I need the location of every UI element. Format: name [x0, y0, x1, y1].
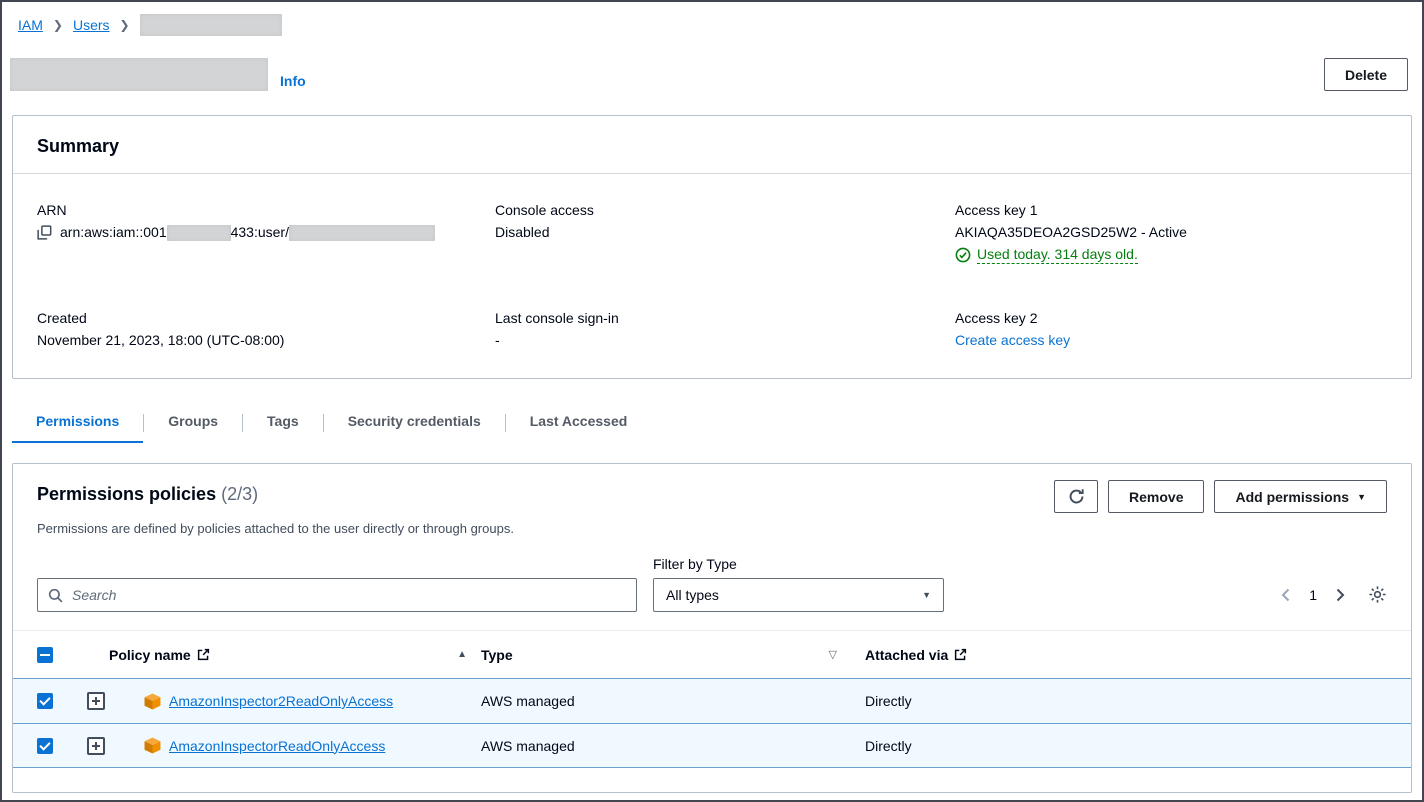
row-checkbox[interactable] — [37, 738, 53, 754]
tab-groups[interactable]: Groups — [144, 403, 242, 443]
sort-ascending-icon[interactable]: ▲ — [457, 649, 467, 660]
chevron-down-icon: ▼ — [1357, 492, 1366, 502]
access-key-1-status: Used today. 314 days old. — [955, 246, 1387, 264]
create-access-key-link[interactable]: Create access key — [955, 332, 1070, 348]
managed-policy-icon — [144, 737, 161, 754]
created-field: Created November 21, 2023, 18:00 (UTC-08… — [37, 310, 495, 348]
expand-row-icon[interactable] — [87, 692, 105, 710]
policies-title: Permissions policies (2/3) — [37, 480, 258, 505]
console-access-field: Console access Disabled — [495, 202, 955, 264]
policy-type-cell: AWS managed — [481, 738, 865, 754]
attached-via-cell: Directly — [865, 738, 1411, 754]
access-key-2-field: Access key 2 Create access key — [955, 310, 1387, 348]
type-column-header: Type — [481, 647, 513, 663]
policies-count: (2/3) — [221, 484, 258, 504]
policies-actions: Remove Add permissions ▼ — [1054, 480, 1387, 513]
breadcrumb-iam-link[interactable]: IAM — [18, 17, 43, 33]
chevron-right-icon: ❯ — [120, 18, 130, 32]
iam-user-detail-page: IAM ❯ Users ❯ Info Delete Summary ARN — [0, 0, 1424, 802]
access-key-1-value: AKIAQA35DEOA2GSD25W2 - Active — [955, 224, 1387, 240]
page-header: Info Delete — [2, 44, 1422, 91]
type-filter-select[interactable]: All types ▼ — [653, 578, 944, 612]
access-key-1-label: Access key 1 — [955, 202, 1387, 218]
next-page-icon[interactable] — [1335, 588, 1346, 602]
expand-row-icon[interactable] — [87, 737, 105, 755]
summary-grid: ARN arn:aws:iam::001433:user/ Console ac… — [13, 174, 1411, 378]
filter-icon[interactable]: ▽ — [829, 648, 837, 661]
chevron-right-icon: ❯ — [53, 18, 63, 32]
access-key-1-field: Access key 1 AKIAQA35DEOA2GSD25W2 - Acti… — [955, 202, 1387, 264]
redacted-account-id — [167, 225, 231, 241]
chevron-down-icon: ▼ — [922, 590, 931, 600]
gear-icon[interactable] — [1368, 585, 1387, 604]
tab-bar: Permissions Groups Tags Security credent… — [12, 403, 1412, 443]
external-link-icon — [197, 648, 210, 661]
policy-name-column-header[interactable]: Policy name — [109, 647, 210, 663]
info-link[interactable]: Info — [280, 73, 306, 89]
arn-value: arn:aws:iam::001433:user/ — [60, 224, 435, 241]
pagination: 1 — [1280, 585, 1387, 612]
select-all-checkbox[interactable] — [37, 647, 53, 663]
policies-filter-row: Filter by Type All types ▼ 1 — [13, 536, 1411, 612]
refresh-icon — [1068, 488, 1085, 505]
console-access-value: Disabled — [495, 224, 955, 240]
attached-via-column-header: Attached via — [865, 647, 948, 663]
tab-permissions[interactable]: Permissions — [12, 403, 143, 443]
managed-policy-icon — [144, 693, 161, 710]
tab-tags[interactable]: Tags — [243, 403, 323, 443]
policies-description: Permissions are defined by policies atta… — [13, 513, 1411, 536]
type-filter-value: All types — [666, 587, 719, 603]
permissions-policies-card: Permissions policies (2/3) Remove Add pe… — [12, 463, 1412, 793]
breadcrumb: IAM ❯ Users ❯ — [2, 2, 1422, 44]
policies-table: Policy name ▲ Type ▽ Attached via — [13, 630, 1411, 768]
attached-via-cell: Directly — [865, 693, 1411, 709]
table-row[interactable]: AmazonInspector2ReadOnlyAccess AWS manag… — [13, 678, 1411, 723]
type-filter-label: Filter by Type — [653, 556, 944, 572]
delete-button[interactable]: Delete — [1324, 58, 1408, 91]
external-link-icon — [954, 648, 967, 661]
last-signin-field: Last console sign-in - — [495, 310, 955, 348]
created-value: November 21, 2023, 18:00 (UTC-08:00) — [37, 332, 495, 348]
row-checkbox[interactable] — [37, 693, 53, 709]
redacted-username-breadcrumb — [140, 14, 282, 36]
policies-header: Permissions policies (2/3) Remove Add pe… — [13, 464, 1411, 513]
summary-title: Summary — [37, 136, 1387, 157]
remove-button[interactable]: Remove — [1108, 480, 1204, 513]
access-key-2-label: Access key 2 — [955, 310, 1387, 326]
breadcrumb-users-link[interactable]: Users — [73, 17, 110, 33]
arn-field: ARN arn:aws:iam::001433:user/ — [37, 202, 495, 264]
redacted-page-title — [10, 58, 268, 91]
tab-last-accessed[interactable]: Last Accessed — [506, 403, 652, 443]
table-row[interactable]: AmazonInspectorReadOnlyAccess AWS manage… — [13, 723, 1411, 768]
console-access-label: Console access — [495, 202, 955, 218]
policy-name-link[interactable]: AmazonInspector2ReadOnlyAccess — [169, 693, 393, 709]
table-header-row: Policy name ▲ Type ▽ Attached via — [13, 630, 1411, 678]
copy-icon[interactable] — [37, 225, 52, 240]
tab-security-credentials[interactable]: Security credentials — [324, 403, 505, 443]
policy-type-cell: AWS managed — [481, 693, 865, 709]
created-label: Created — [37, 310, 495, 326]
previous-page-icon[interactable] — [1280, 588, 1291, 602]
search-input[interactable] — [37, 578, 637, 612]
type-filter: Filter by Type All types ▼ — [653, 556, 944, 612]
add-permissions-button[interactable]: Add permissions ▼ — [1214, 480, 1387, 513]
access-key-age-text: Used today. 314 days old. — [977, 246, 1138, 264]
policy-name-link[interactable]: AmazonInspectorReadOnlyAccess — [169, 738, 385, 754]
arn-label: ARN — [37, 202, 495, 218]
summary-card: Summary ARN arn:aws:iam::001433:user/ — [12, 115, 1412, 379]
search-icon — [48, 588, 63, 603]
redacted-user-name — [289, 225, 435, 241]
search-box — [37, 578, 637, 612]
summary-card-header: Summary — [13, 116, 1411, 174]
last-signin-label: Last console sign-in — [495, 310, 955, 326]
check-circle-icon — [955, 247, 971, 263]
refresh-button[interactable] — [1054, 480, 1098, 513]
last-signin-value: - — [495, 332, 955, 348]
page-number[interactable]: 1 — [1309, 587, 1317, 603]
